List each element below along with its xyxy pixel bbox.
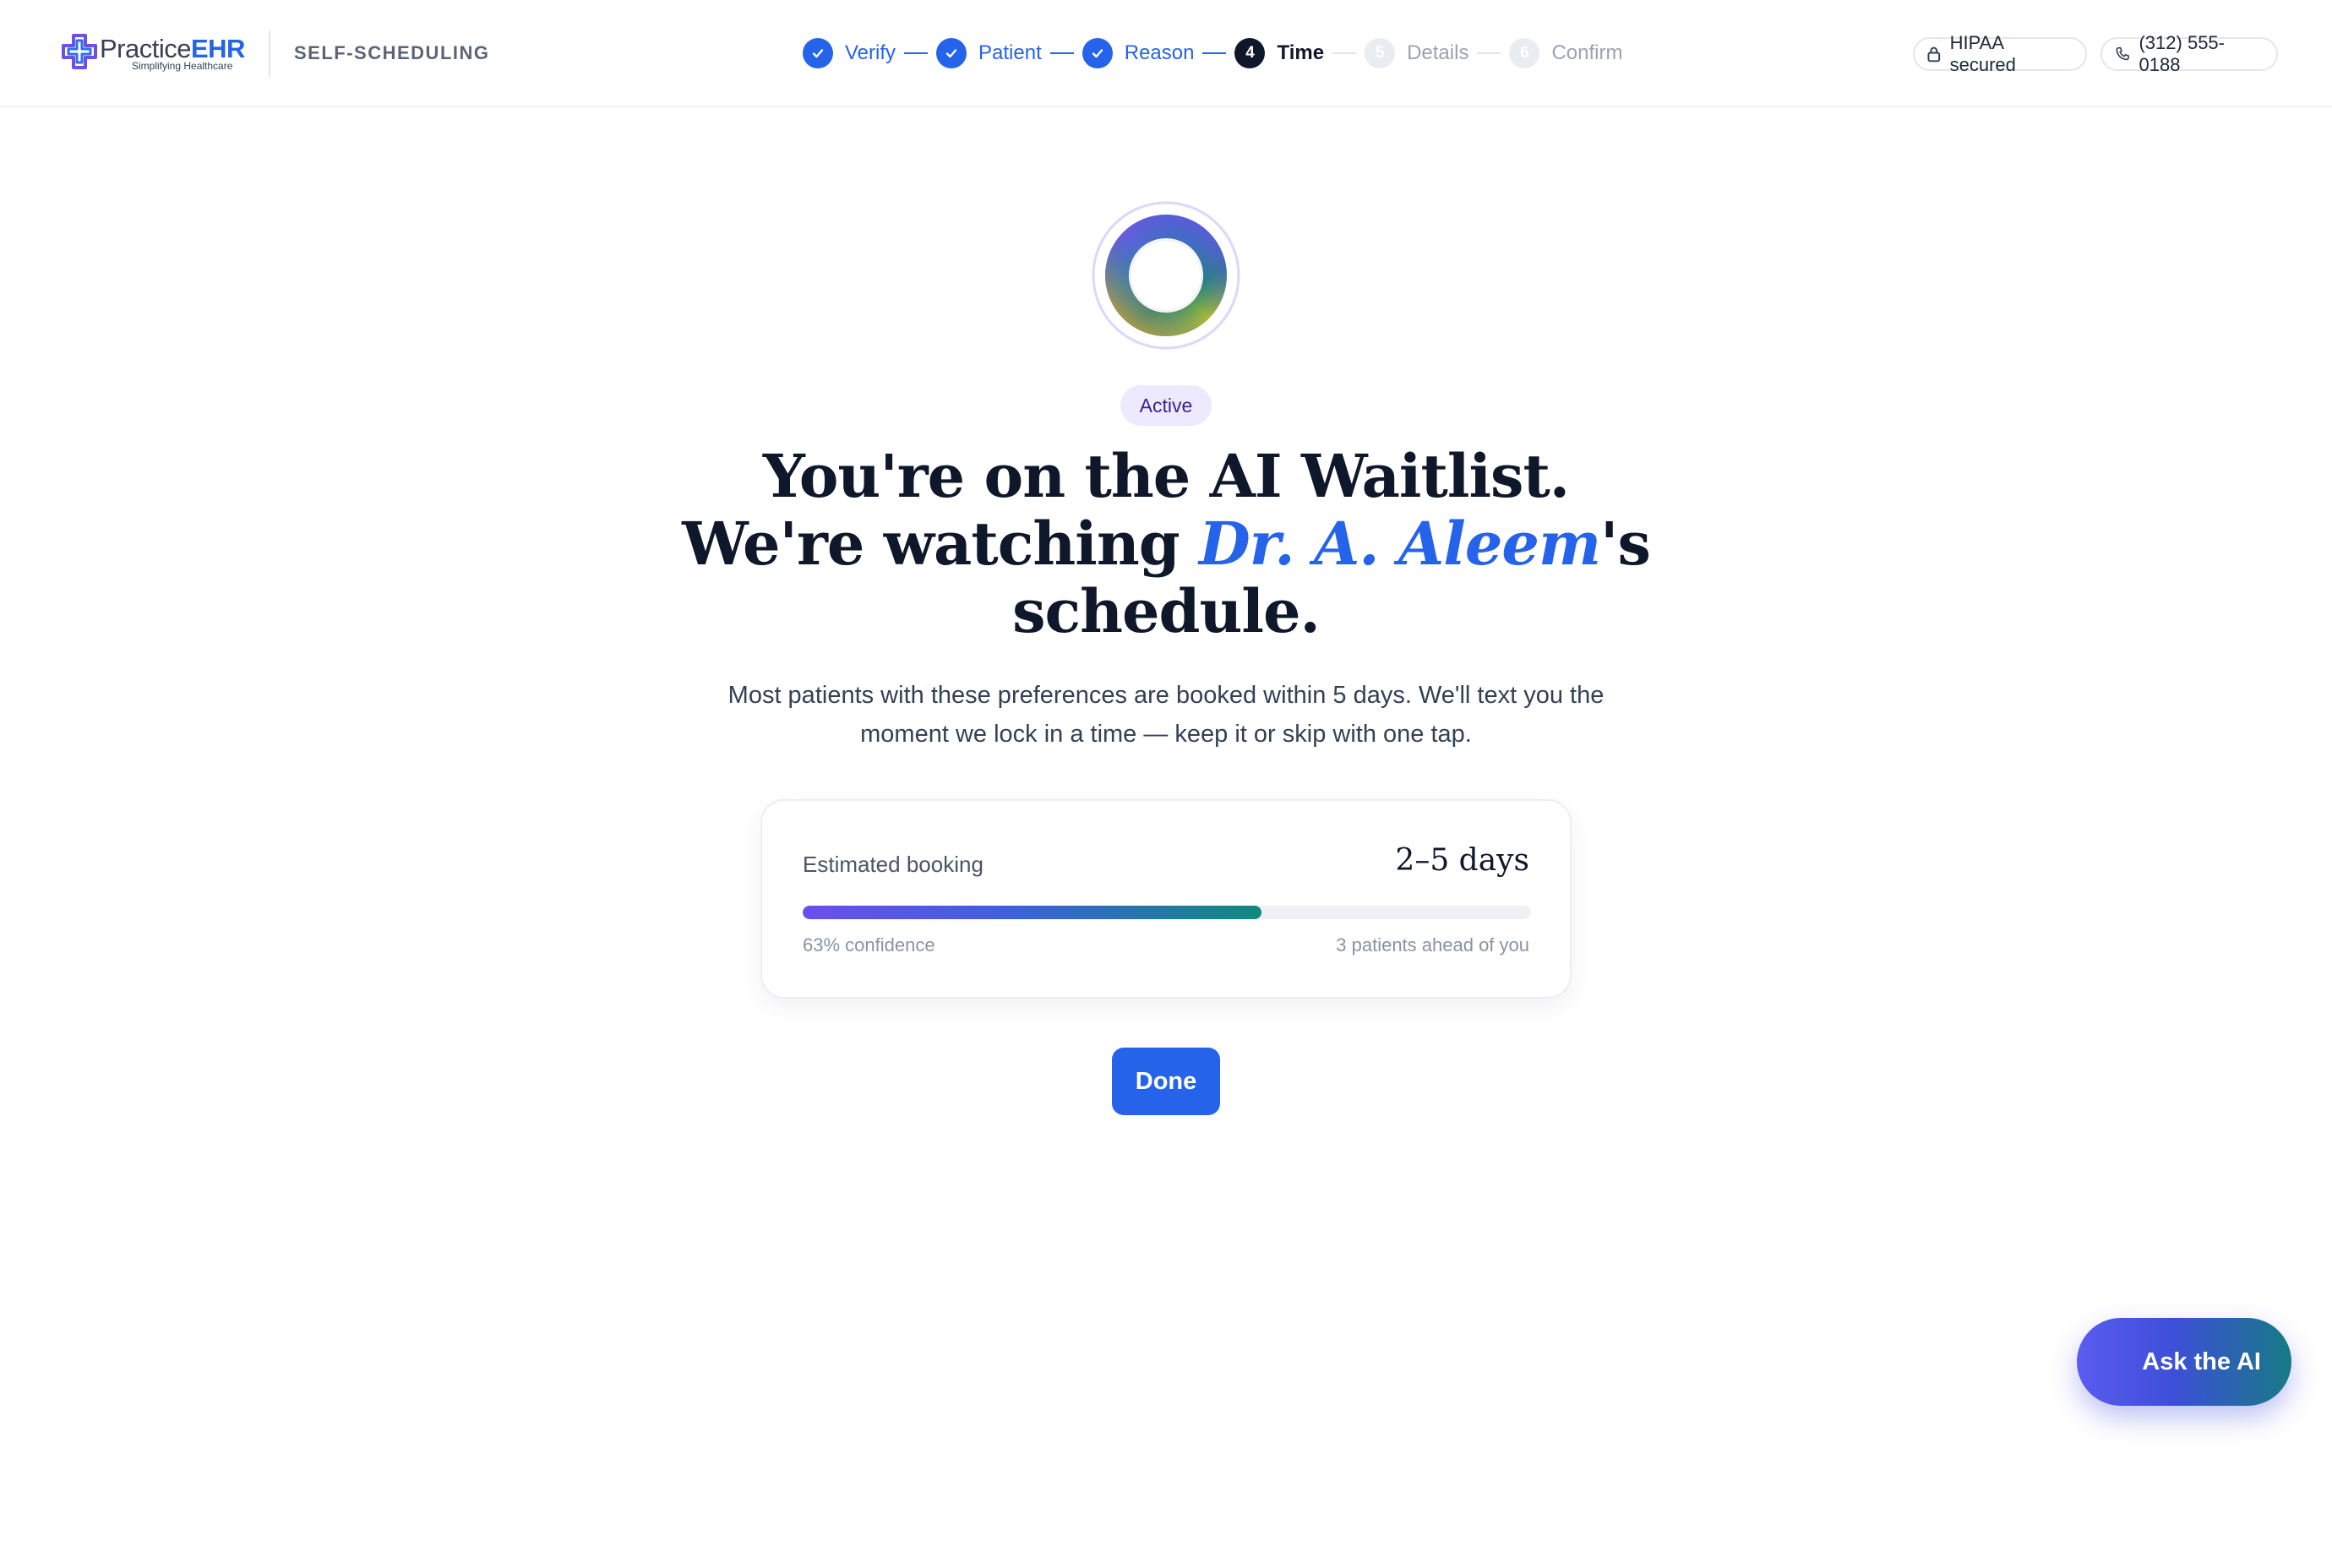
hipaa-badge: HIPAA secured (1913, 32, 2087, 75)
medical-cross-icon (62, 34, 97, 69)
step-connector (1477, 52, 1501, 54)
step-time: 4 Time (1234, 38, 1324, 68)
step-number: 5 (1365, 38, 1396, 68)
step-number: 4 (1234, 38, 1266, 68)
estimate-value: 2–5 days (1395, 843, 1529, 878)
step-patient[interactable]: Patient (936, 38, 1042, 68)
done-button[interactable]: Done (1112, 1048, 1220, 1115)
step-connector (1332, 52, 1357, 54)
phone-number: (312) 555-0188 (2139, 32, 2225, 75)
step-verify[interactable]: Verify (803, 38, 896, 68)
checkmark-icon (803, 38, 833, 68)
confidence-progress-fill (803, 906, 1262, 919)
step-connector (1202, 52, 1227, 54)
step-label: Time (1277, 41, 1325, 64)
queue-position-label: 3 patients ahead of you (1336, 934, 1529, 956)
step-details: 5 Details (1365, 38, 1468, 68)
estimate-card: Estimated booking 2–5 days 63% confidenc… (760, 799, 1572, 999)
phone-icon (2116, 46, 2129, 61)
step-label: Reason (1124, 41, 1195, 64)
progress-stepper: Verify Patient Reason 4 Time 5 Details 6 Confirm (803, 37, 1622, 69)
ask-ai-button[interactable]: Ask the AI (2077, 1318, 2291, 1406)
confidence-label: 63% confidence (803, 934, 935, 956)
step-label: Details (1407, 41, 1469, 64)
practiceehr-logo[interactable]: PracticeEHR Simplifying Healthcare (61, 30, 245, 74)
brand-tagline: Simplifying Healthcare (132, 60, 233, 72)
status-badge: Active (1120, 385, 1212, 426)
headline-line-3: schedule. (1012, 576, 1321, 646)
checkmark-icon (1082, 38, 1113, 68)
step-label: Confirm (1551, 41, 1623, 64)
step-confirm: 6 Confirm (1509, 38, 1622, 68)
checkmark-icon (936, 38, 967, 68)
headline-line-2-suffix: 's (1600, 509, 1651, 579)
page-title: You're on the AI Waitlist. We're watchin… (659, 443, 1673, 645)
step-label: Patient (978, 41, 1042, 64)
hipaa-label: HIPAA secured (1949, 32, 2016, 75)
step-number: 6 (1509, 38, 1540, 68)
headline-line-2-prefix: We're watching (682, 509, 1200, 579)
step-reason[interactable]: Reason (1082, 38, 1195, 68)
confidence-progress-bar (803, 906, 1531, 919)
header-divider (269, 30, 270, 78)
phone-button[interactable]: (312) 555-0188 (2100, 32, 2278, 75)
step-connector (1049, 52, 1074, 54)
waitlist-status-ring-icon (1092, 201, 1240, 350)
headline-line-1: You're on the AI Waitlist. (762, 441, 1570, 511)
top-header: PracticeEHR Simplifying Healthcare SELF-… (0, 0, 2332, 107)
step-connector (904, 52, 929, 54)
doctor-name: Dr. A. Aleem (1199, 509, 1601, 579)
estimate-label: Estimated booking (803, 852, 983, 877)
section-label: SELF-SCHEDULING (294, 42, 490, 63)
step-label: Verify (845, 41, 896, 64)
waitlist-description: Most patients with these preferences are… (727, 682, 1605, 748)
lock-icon (1927, 46, 1941, 63)
